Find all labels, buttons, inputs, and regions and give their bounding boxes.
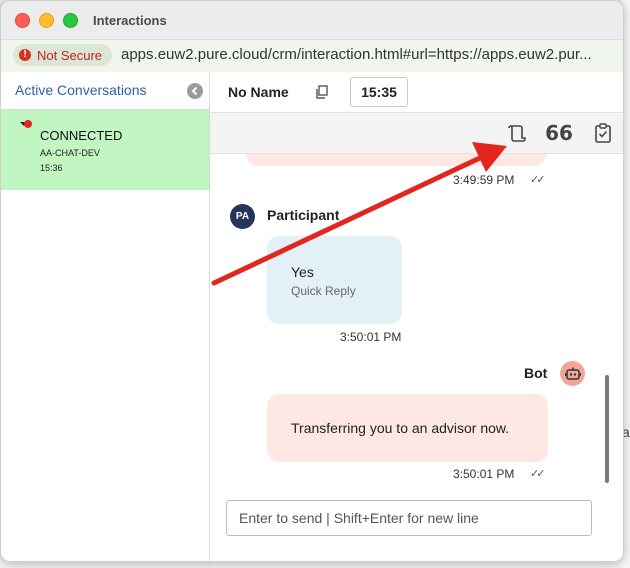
- message-timestamp: 3:50:01 PM: [340, 330, 402, 344]
- conversation-time: 15:36: [40, 163, 63, 173]
- message-text: Yes: [291, 264, 314, 280]
- conversation-status: CONNECTED: [40, 128, 123, 143]
- window-title: Interactions: [93, 13, 167, 28]
- security-label: Not Secure: [37, 47, 103, 63]
- transcript-button[interactable]: [504, 121, 530, 145]
- close-window-button[interactable]: [15, 13, 30, 28]
- clipboard-check-icon: [595, 123, 611, 143]
- participant-name: Participant: [267, 207, 340, 223]
- transcript-icon: [508, 125, 526, 142]
- quote-icon: 66: [545, 121, 573, 145]
- canned-response-button[interactable]: 66: [545, 121, 573, 145]
- bot-name: Bot: [524, 365, 548, 381]
- security-badge[interactable]: ! Not Secure: [13, 44, 113, 66]
- sidebar: Active Conversations CONNECTED AA-CHAT-D…: [1, 72, 210, 561]
- participant-message-bubble: Yes Quick Reply: [267, 236, 402, 324]
- bot-avatar: [560, 361, 585, 386]
- wrap-up-button[interactable]: [590, 121, 616, 145]
- message-scrollbar[interactable]: [605, 375, 609, 483]
- sidebar-title[interactable]: Active Conversations: [15, 82, 147, 98]
- conversation-header: No Name 15:35: [210, 72, 623, 113]
- message-subtext: Quick Reply: [291, 284, 356, 298]
- read-receipt-icon: ✓✓: [530, 468, 546, 480]
- message-text: Transferring you to an advisor now.: [291, 420, 510, 436]
- url-text[interactable]: apps.euw2.pure.cloud/crm/interaction.htm…: [121, 46, 592, 63]
- robot-icon: [564, 367, 581, 380]
- chat-connected-icon: [20, 120, 32, 128]
- message-timestamp: 3:50:01 PM: [453, 467, 515, 481]
- read-receipt-icon: ✓✓: [530, 174, 546, 186]
- conversation-item[interactable]: CONNECTED AA-CHAT-DEV 15:36: [1, 110, 209, 190]
- interaction-timer: 15:35: [350, 77, 408, 107]
- copy-icon[interactable]: [314, 84, 330, 100]
- chevron-left-icon: [191, 86, 198, 96]
- zoom-window-button[interactable]: [63, 13, 78, 28]
- participant-avatar: PA: [230, 204, 255, 229]
- message-list[interactable]: 3:49:59 PM ✓✓ PA Participant Yes Quick R…: [210, 154, 623, 484]
- contact-name: No Name: [228, 84, 289, 100]
- interactions-window: Interactions ! Not Secure apps.euw2.pure…: [0, 0, 624, 562]
- message-input[interactable]: [226, 500, 592, 536]
- message-timestamp: 3:49:59 PM: [453, 173, 515, 187]
- bot-message-bubble: Transferring you to an advisor now.: [267, 394, 548, 462]
- url-bar: ! Not Secure apps.euw2.pure.cloud/crm/in…: [1, 39, 623, 73]
- title-bar: Interactions: [1, 1, 623, 39]
- conversation-queue: AA-CHAT-DEV: [40, 148, 100, 158]
- conversation-toolbar: 66: [210, 113, 623, 154]
- conversation-panel: No Name 15:35 66 3:49:59 PM ✓✓ PA Partic…: [210, 72, 623, 561]
- sidebar-header: Active Conversations: [1, 72, 209, 110]
- collapse-sidebar-button[interactable]: [187, 83, 203, 99]
- bot-message-bubble: [246, 154, 546, 166]
- warning-icon: !: [19, 49, 31, 61]
- minimize-window-button[interactable]: [39, 13, 54, 28]
